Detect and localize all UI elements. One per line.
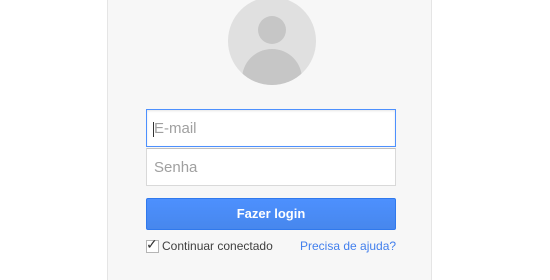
need-help-link[interactable]: Precisa de ajuda? [300, 238, 396, 254]
stay-signed-in-label: Continuar conectado [162, 239, 273, 253]
sign-in-button[interactable]: Fazer login [146, 198, 396, 230]
avatar-head [258, 16, 286, 44]
checkmark-icon: ✓ [146, 235, 158, 252]
email-field[interactable] [146, 109, 396, 147]
avatar-body [242, 49, 302, 85]
password-field[interactable] [146, 148, 396, 186]
stay-signed-in-option[interactable]: ✓ Continuar conectado [146, 236, 273, 254]
user-avatar-icon [228, 0, 316, 85]
text-caret [153, 122, 154, 137]
login-card: Fazer login ✓ Continuar conectado Precis… [107, 0, 432, 280]
stay-signed-in-checkbox[interactable]: ✓ [146, 236, 159, 253]
